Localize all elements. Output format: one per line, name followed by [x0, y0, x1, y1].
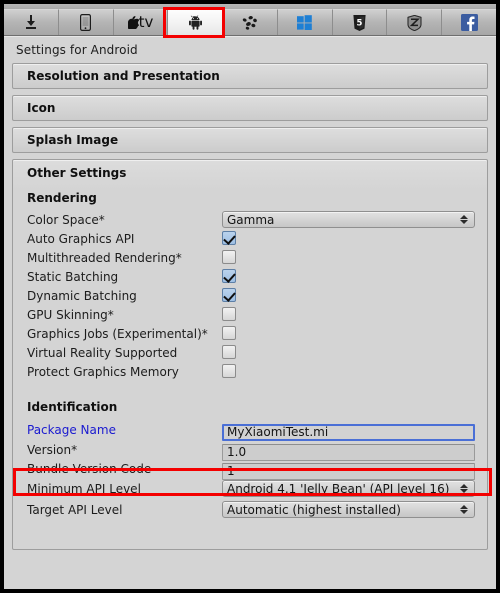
row-label: Bundle Version Code — [27, 461, 152, 476]
section-header-identification: Identification — [27, 400, 118, 414]
foldout-label: Other Settings — [27, 166, 127, 180]
row-label: Version* — [27, 442, 78, 457]
foldout-other-settings[interactable]: Other Settings Rendering Color Space* Ga… — [12, 159, 488, 550]
section-header-rendering: Rendering — [27, 191, 97, 205]
tab-tvos[interactable]: tv — [113, 9, 169, 35]
row-target-api-level: Target API Level Automatic (highest inst… — [13, 499, 481, 520]
row-label: Dynamic Batching — [27, 288, 137, 303]
row-label: Multithreaded Rendering* — [27, 250, 182, 265]
dynamic-batching-checkbox[interactable] — [222, 288, 236, 302]
dropdown-value: Gamma — [227, 212, 275, 227]
foldout-resolution-and-presentation[interactable]: Resolution and Presentation — [12, 63, 488, 89]
row-auto-graphics-api: Auto Graphics API — [13, 229, 481, 248]
row-minimum-api-level: Minimum API Level Android 4.1 'Jelly Bea… — [13, 478, 481, 499]
tab-tizen[interactable] — [387, 9, 443, 35]
dropdown-value: Android 4.1 'Jelly Bean' (API level 16) — [227, 481, 450, 496]
row-label: Package Name — [27, 422, 116, 437]
row-color-space: Color Space* Gamma — [13, 210, 481, 229]
row-protect-graphics-memory: Protect Graphics Memory — [13, 362, 481, 381]
row-static-batching: Static Batching — [13, 267, 481, 286]
chevron-updown-icon — [459, 482, 468, 495]
bundle-version-code-input[interactable] — [222, 462, 475, 480]
tab-android[interactable] — [168, 9, 224, 35]
iphone-icon — [80, 14, 92, 31]
foldout-label: Resolution and Presentation — [27, 69, 220, 83]
tab-windows[interactable] — [277, 9, 333, 35]
other-settings-header[interactable]: Other Settings — [13, 160, 487, 186]
row-bundle-version-code: Bundle Version Code — [13, 459, 481, 480]
page-title: Settings for Android — [16, 43, 138, 57]
auto-graphics-api-checkbox[interactable] — [222, 231, 236, 245]
target-api-level-field-wrap: Automatic (highest installed) — [222, 501, 475, 518]
android-icon — [188, 15, 203, 30]
tab-ios[interactable] — [58, 9, 114, 35]
row-label: Virtual Reality Supported — [27, 345, 178, 360]
dropdown-value: Automatic (highest installed) — [227, 502, 401, 517]
html5-icon: 5 — [353, 14, 366, 31]
unity-player-settings-window: tv 5 Settings for Android Resolution and… — [0, 0, 500, 593]
row-label: GPU Skinning* — [27, 307, 114, 322]
foldout-splash-image[interactable]: Splash Image — [12, 127, 488, 153]
row-label: Static Batching — [27, 269, 119, 284]
multithreaded-rendering-checkbox[interactable] — [222, 250, 236, 264]
windows-icon — [297, 15, 313, 30]
graphics-jobs-checkbox[interactable] — [222, 326, 236, 340]
color-space-dropdown[interactable]: Gamma — [222, 211, 475, 228]
appletv-icon: tv — [127, 15, 153, 30]
row-label: Color Space* — [27, 212, 105, 227]
tizen-icon — [407, 14, 422, 31]
bundle-version-code-field-wrap — [222, 460, 475, 480]
tab-webgl[interactable]: 5 — [332, 9, 388, 35]
target-api-level-dropdown[interactable]: Automatic (highest installed) — [222, 501, 475, 518]
version-field-wrap — [222, 441, 475, 461]
svg-text:5: 5 — [357, 18, 363, 28]
row-label: Graphics Jobs (Experimental)* — [27, 326, 208, 341]
samsung-tv-icon — [242, 15, 259, 31]
chevron-updown-icon — [459, 503, 468, 516]
package-name-field-wrap — [222, 421, 475, 441]
tab-standalone[interactable] — [4, 9, 59, 35]
tab-samsungtv[interactable] — [223, 9, 278, 35]
color-space-field-wrap: Gamma — [222, 211, 475, 228]
download-icon — [24, 15, 38, 30]
foldout-label: Icon — [27, 101, 56, 115]
row-label: Target API Level — [27, 502, 123, 517]
facebook-icon — [460, 14, 478, 31]
virtual-reality-supported-checkbox[interactable] — [222, 345, 236, 359]
row-label: Protect Graphics Memory — [27, 364, 179, 379]
chevron-updown-icon — [459, 213, 468, 226]
minimum-api-level-dropdown[interactable]: Android 4.1 'Jelly Bean' (API level 16) — [222, 480, 475, 497]
identification-rows: Package Name Version* Bundle Version Cod… — [13, 419, 487, 520]
row-graphics-jobs: Graphics Jobs (Experimental)* — [13, 324, 481, 343]
platform-tab-bar: tv 5 — [4, 9, 497, 36]
row-virtual-reality-supported: Virtual Reality Supported — [13, 343, 481, 362]
tab-facebook[interactable] — [442, 9, 497, 35]
row-dynamic-batching: Dynamic Batching — [13, 286, 481, 305]
foldout-icon[interactable]: Icon — [12, 95, 488, 121]
row-label: Minimum API Level — [27, 481, 141, 496]
protect-graphics-memory-checkbox[interactable] — [222, 364, 236, 378]
static-batching-checkbox[interactable] — [222, 269, 236, 283]
package-name-input[interactable] — [222, 423, 475, 441]
row-label: Auto Graphics API — [27, 231, 135, 246]
row-gpu-skinning: GPU Skinning* — [13, 305, 481, 324]
minimum-api-level-field-wrap: Android 4.1 'Jelly Bean' (API level 16) — [222, 480, 475, 497]
gpu-skinning-checkbox[interactable] — [222, 307, 236, 321]
row-multithreaded-rendering: Multithreaded Rendering* — [13, 248, 481, 267]
row-version: Version* — [13, 440, 481, 461]
settings-panel: Settings for Android Resolution and Pres… — [4, 36, 496, 589]
foldout-label: Splash Image — [27, 133, 119, 147]
row-package-name: Package Name — [13, 419, 481, 441]
version-input[interactable] — [222, 443, 475, 461]
rendering-rows: Color Space* Gamma Auto Graphics API Mul… — [13, 210, 487, 381]
